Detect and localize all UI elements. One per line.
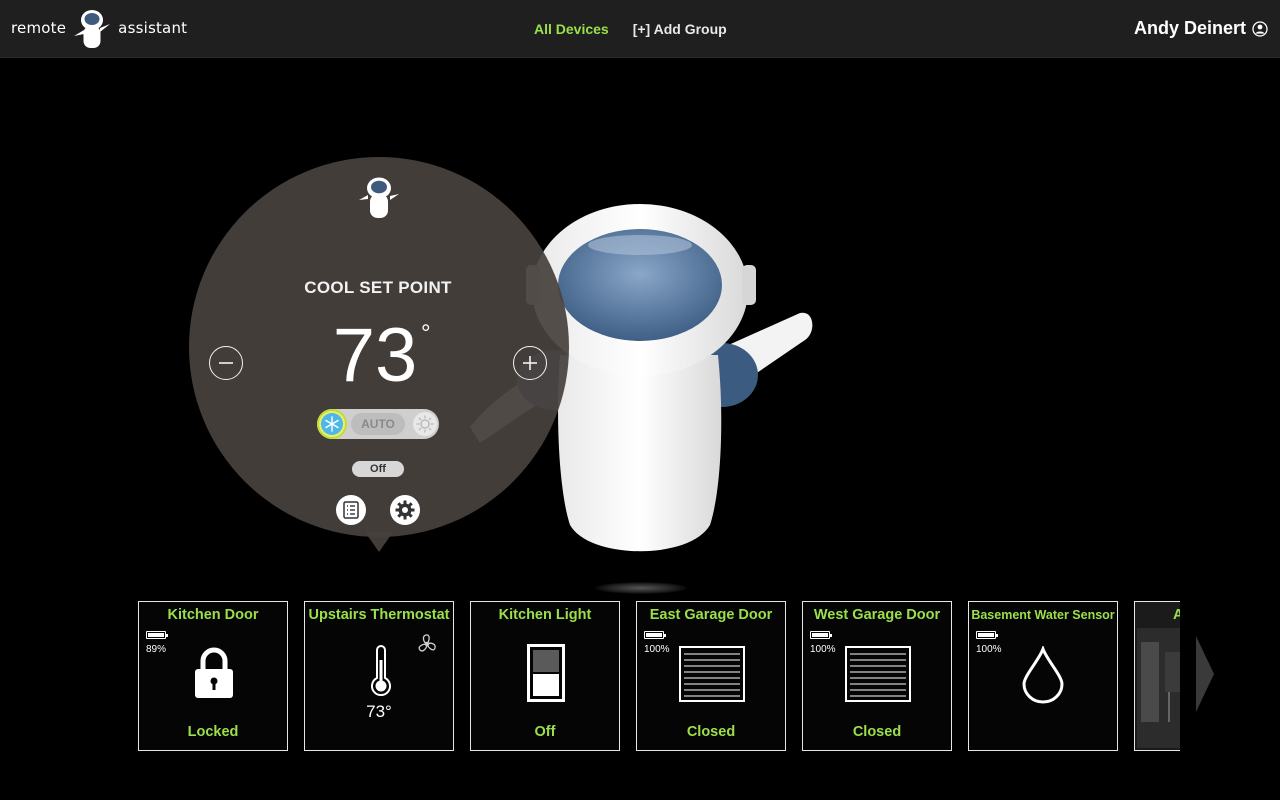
decrease-temperature-button[interactable] bbox=[209, 346, 243, 380]
hvac-mode-toggle[interactable]: AUTO bbox=[317, 409, 439, 439]
device-name: Kitchen Door bbox=[167, 607, 259, 623]
water-drop-icon bbox=[1022, 646, 1064, 704]
brand-text-right: assistant bbox=[118, 19, 188, 37]
settings-button[interactable] bbox=[390, 495, 420, 525]
device-status: Locked bbox=[187, 724, 239, 740]
fan-mode-toggle[interactable]: Off bbox=[352, 461, 404, 477]
cool-mode-button[interactable] bbox=[317, 409, 347, 439]
battery-level: 100% bbox=[810, 644, 836, 655]
device-name: Kitchen Light bbox=[498, 607, 592, 623]
device-status: Closed bbox=[852, 724, 902, 740]
camera-thumbnail bbox=[1135, 602, 1180, 750]
nav-add-group[interactable]: [+] Add Group bbox=[633, 21, 727, 37]
snowflake-icon bbox=[325, 416, 339, 432]
setpoint-label: COOL SET POINT bbox=[304, 278, 452, 297]
thermometer-icon bbox=[371, 645, 391, 697]
degree-symbol: ° bbox=[421, 320, 431, 347]
device-name: Upstairs Thermostat bbox=[308, 607, 450, 623]
gear-icon bbox=[395, 500, 415, 520]
schedule-button[interactable] bbox=[336, 495, 366, 525]
robot-logo-icon bbox=[74, 10, 111, 48]
sun-icon bbox=[416, 415, 434, 433]
schedule-list-icon bbox=[343, 501, 359, 519]
device-tile-upstairs-thermostat[interactable]: Upstairs Thermostat 73° bbox=[304, 601, 454, 751]
device-status: Closed bbox=[686, 724, 736, 740]
battery-icon bbox=[976, 631, 998, 639]
minus-icon bbox=[219, 362, 233, 364]
device-name: A bbox=[1173, 607, 1180, 623]
battery-icon bbox=[146, 631, 168, 639]
battery-icon bbox=[644, 631, 666, 639]
brand-logo[interactable]: remote assistant bbox=[11, 6, 187, 50]
device-name: East Garage Door bbox=[649, 607, 773, 623]
device-name: West Garage Door bbox=[813, 607, 941, 623]
robot-shadow bbox=[595, 582, 687, 594]
increase-temperature-button[interactable] bbox=[513, 346, 547, 380]
device-tile-basement-water-sensor[interactable]: Basement Water Sensor 100% bbox=[968, 601, 1118, 751]
garage-door-icon bbox=[679, 646, 745, 702]
fan-icon bbox=[418, 634, 436, 652]
light-switch-icon bbox=[527, 644, 565, 702]
robot-small-icon bbox=[359, 177, 399, 218]
lock-icon bbox=[195, 647, 233, 698]
user-menu[interactable]: Andy Deinert bbox=[1134, 18, 1268, 39]
battery-level: 89% bbox=[146, 644, 167, 655]
device-status: Off bbox=[534, 724, 556, 740]
device-tile-kitchen-light[interactable]: Kitchen Light Off bbox=[470, 601, 620, 751]
device-tile-east-garage-door[interactable]: East Garage Door 100% Closed bbox=[636, 601, 786, 751]
plus-icon bbox=[523, 356, 537, 370]
main-nav: All Devices [+] Add Group bbox=[534, 0, 727, 58]
battery-icon bbox=[810, 631, 832, 639]
auto-mode-label[interactable]: AUTO bbox=[351, 413, 405, 435]
nav-all-devices[interactable]: All Devices bbox=[534, 21, 609, 37]
battery-level: 100% bbox=[976, 644, 1002, 655]
popup-pointer bbox=[365, 532, 393, 552]
user-icon[interactable] bbox=[1252, 20, 1268, 37]
top-navigation-bar: remote assistant All Devices [+] Add Gro… bbox=[0, 0, 1280, 58]
battery-level: 100% bbox=[644, 644, 670, 655]
device-tile-camera-partial[interactable]: A bbox=[1134, 601, 1180, 751]
brand-text-left: remote bbox=[11, 19, 67, 37]
heat-mode-button[interactable] bbox=[413, 412, 437, 436]
device-tile-kitchen-door[interactable]: Kitchen Door 89% Locked bbox=[138, 601, 288, 751]
next-devices-arrow[interactable] bbox=[1196, 636, 1214, 712]
user-name[interactable]: Andy Deinert bbox=[1134, 18, 1246, 39]
device-tile-west-garage-door[interactable]: West Garage Door 100% Closed bbox=[802, 601, 952, 751]
device-strip: Kitchen Door 89% Locked Upstairs Thermos… bbox=[138, 601, 1180, 751]
thermostat-temperature: 73° bbox=[366, 702, 392, 721]
device-name: Basement Water Sensor bbox=[971, 608, 1115, 622]
garage-door-icon bbox=[845, 646, 911, 702]
